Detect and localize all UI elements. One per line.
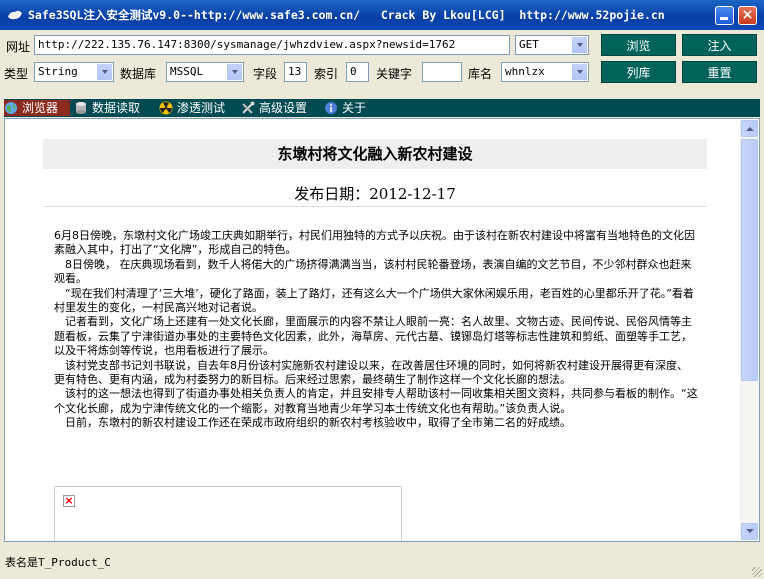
database-icon <box>76 102 86 114</box>
db-label: 数据库 <box>120 67 157 81</box>
tab-browser[interactable]: 浏览器 <box>4 100 70 116</box>
vertical-scrollbar[interactable] <box>740 120 758 540</box>
chevron-down-icon[interactable] <box>572 64 587 80</box>
browse-button[interactable]: 浏览 <box>601 34 676 56</box>
app-logo-icon <box>8 10 22 20</box>
article-title: 东墩村将文化融入新农村建设 <box>43 139 707 169</box>
url-label: 网址 <box>6 40 31 54</box>
type-label: 类型 <box>4 67 29 81</box>
status-text: 表名是T_Product_C <box>5 556 111 569</box>
chevron-down-icon[interactable] <box>97 64 112 80</box>
tools-icon <box>242 101 255 114</box>
broken-image-icon: × <box>63 494 75 507</box>
db-select[interactable]: MSSQL <box>166 62 244 82</box>
type-select[interactable]: String <box>34 62 114 82</box>
reset-button[interactable]: 重置 <box>682 61 757 83</box>
image-placeholder: × <box>54 486 402 541</box>
title-bar: Safe3SQL注入安全测试v9.0--http://www.safe3.com… <box>0 0 764 30</box>
inject-button[interactable]: 注入 <box>682 34 757 56</box>
tab-strip: 浏览器 数据读取 渗透测试 高级设置 关于 <box>4 99 760 117</box>
field-input[interactable]: 13 <box>284 62 307 82</box>
article-paragraph: 记者看到，文化广场上还建有一处文化长廊，里面展示的内容不禁让人眼前一亮：名人故里… <box>54 315 692 358</box>
tab-data-read[interactable]: 数据读取 <box>74 100 140 116</box>
dbname-select[interactable]: whnlzx <box>501 62 589 82</box>
browser-pane[interactable]: 东墩村将文化融入新农村建设 发布日期：2012-12-17 6月8日傍晚，东墩村… <box>4 118 760 542</box>
index-input[interactable]: 0 <box>346 62 369 82</box>
status-bar: 表名是T_Product_C <box>0 549 764 579</box>
type-select-value: String <box>38 65 78 78</box>
window-title: Safe3SQL注入安全测试v9.0--http://www.safe3.com… <box>28 8 665 22</box>
index-label: 索引 <box>314 67 339 81</box>
article-paragraph: 8日傍晚， 在庆典现场看到，数千人将偌大的广场挤得满满当当，该村村民轮番登场，表… <box>54 257 692 286</box>
article-paragraph: 该村的这一想法也得到了街道办事处相关负责人的肯定，并且安排专人帮助该村一同收集相… <box>54 387 698 415</box>
article-paragraph: 日前，东墩村的新农村建设工作还在荣成市政府组织的新农村考核验收中，取得了全市第二… <box>54 416 571 430</box>
close-icon: × <box>741 7 754 23</box>
db-select-value: MSSQL <box>170 65 204 78</box>
minimize-icon <box>720 17 728 20</box>
scroll-down-icon[interactable] <box>741 523 758 540</box>
scroll-thumb[interactable] <box>741 139 758 381</box>
url-input[interactable]: http://222.135.76.147:8300/sysmanage/jwh… <box>34 35 510 55</box>
tab-data-read-label: 数据读取 <box>92 101 141 115</box>
resize-grip-icon[interactable] <box>752 567 762 577</box>
tab-advanced[interactable]: 高级设置 <box>241 100 307 116</box>
divider <box>43 206 707 207</box>
article-paragraph: 6月8日傍晚，东墩村文化广场竣工庆典如期举行，村民们用独特的方式予以庆祝。由于该… <box>54 229 695 257</box>
dbname-label: 库名 <box>468 67 493 81</box>
list-db-button[interactable]: 列库 <box>601 61 676 83</box>
tab-browser-label: 浏览器 <box>22 101 59 115</box>
scroll-up-icon[interactable] <box>741 120 758 137</box>
globe-icon <box>5 102 17 114</box>
keyword-label: 关键字 <box>376 67 413 81</box>
tab-about[interactable]: 关于 <box>324 100 366 116</box>
info-icon <box>325 102 337 114</box>
article-body: 6月8日傍晚，东墩村文化广场竣工庆典如期举行，村民们用独特的方式予以庆祝。由于该… <box>54 229 698 431</box>
method-select-value: GET <box>519 38 539 51</box>
publish-date: 发布日期：2012-12-17 <box>294 185 456 203</box>
radiation-icon <box>159 101 173 115</box>
tab-pentest-label: 渗透测试 <box>177 101 226 115</box>
tab-pentest[interactable]: 渗透测试 <box>159 100 225 116</box>
tab-advanced-label: 高级设置 <box>259 101 308 115</box>
close-button[interactable]: × <box>738 6 757 25</box>
article-paragraph: 该村党支部书记刘书联说，自去年8月份该村实施新农村建设以来，在改善居住环境的同时… <box>54 358 688 387</box>
keyword-input[interactable] <box>422 62 462 82</box>
chevron-down-icon[interactable] <box>572 37 587 53</box>
field-label: 字段 <box>253 67 278 81</box>
minimize-button[interactable] <box>715 6 734 25</box>
chevron-down-icon[interactable] <box>227 64 242 80</box>
method-select[interactable]: GET <box>515 35 589 55</box>
dbname-select-value: whnlzx <box>505 65 545 78</box>
tab-about-label: 关于 <box>342 101 367 115</box>
article-paragraph: “现在我们村清理了‘三大堆’，硬化了路面，装上了路灯，还有这么大一个广场供大家休… <box>54 286 694 315</box>
